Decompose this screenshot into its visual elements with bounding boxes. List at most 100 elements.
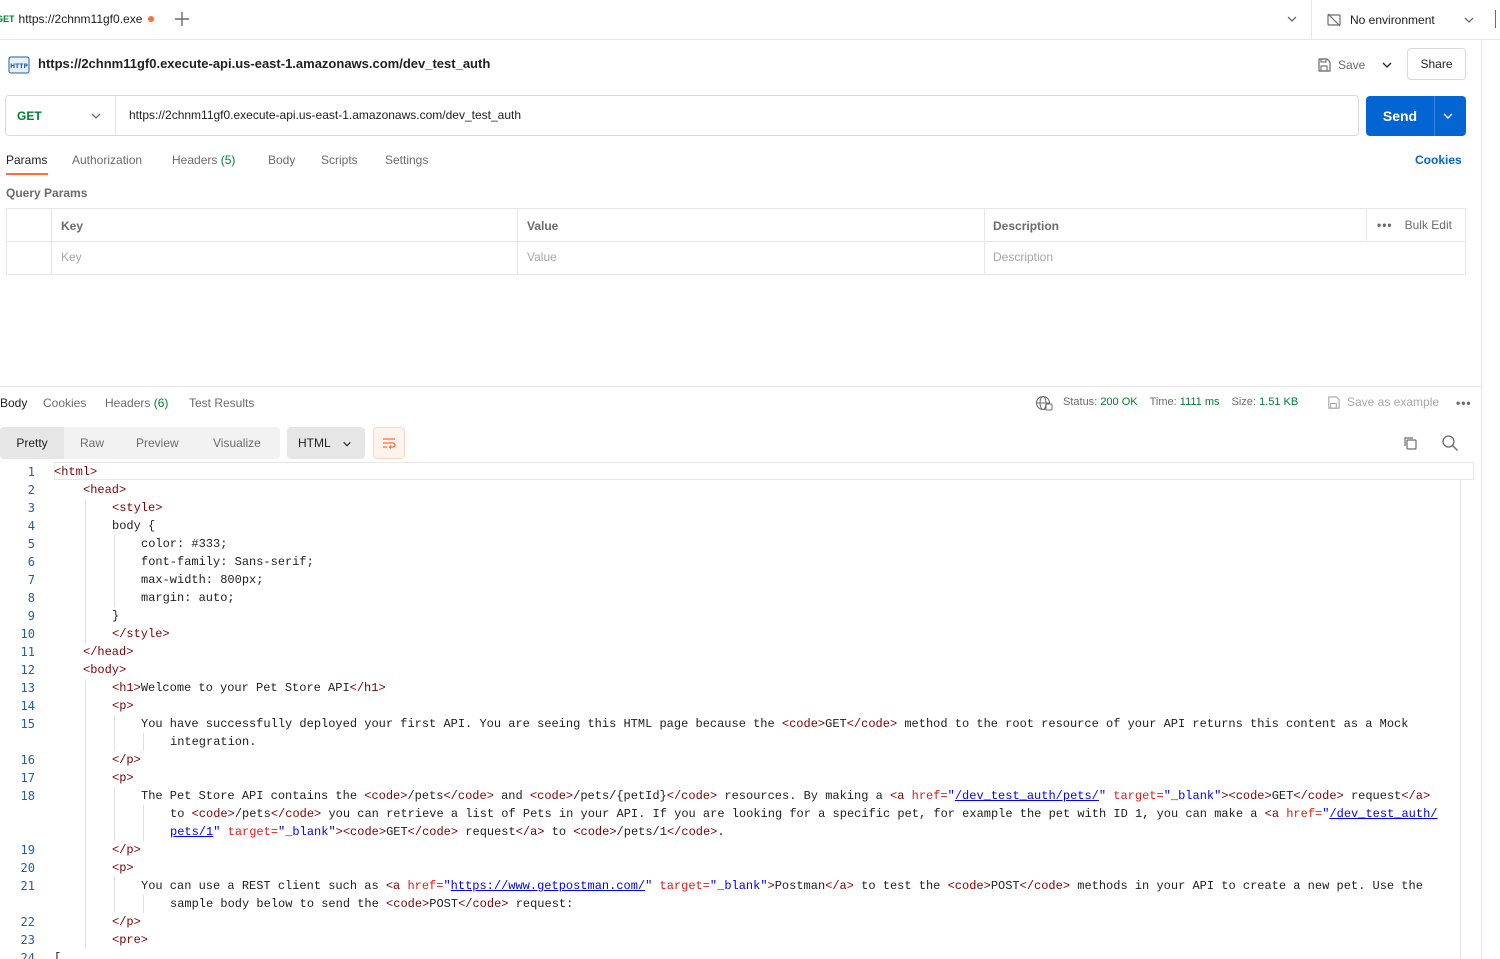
code-text: <h1>Welcome to your Pet Store API</h1> xyxy=(112,681,386,695)
table-column-divider xyxy=(1366,208,1367,241)
code-text: body { xyxy=(112,519,156,533)
share-button[interactable]: Share xyxy=(1407,48,1466,80)
right-panel-border xyxy=(1481,40,1482,959)
size-info[interactable]: Size: 1.51 KB xyxy=(1232,396,1299,408)
bulk-edit-button[interactable]: ••• Bulk Edit xyxy=(1377,217,1452,233)
request-title[interactable]: https://2chnm11gf0.execute-api.us-east-1… xyxy=(38,56,490,71)
code-text: color: #333; xyxy=(141,537,228,551)
line-number: 13 xyxy=(20,681,35,695)
line-number: 21 xyxy=(20,879,35,893)
url-input[interactable]: https://2chnm11gf0.execute-api.us-east-1… xyxy=(129,108,521,122)
save-options-chevron-icon[interactable] xyxy=(1381,59,1393,71)
indent-guide xyxy=(114,877,115,913)
tab-headers[interactable]: Headers (5) xyxy=(172,153,235,167)
table-column-divider xyxy=(51,208,52,275)
indent-guide xyxy=(85,499,86,643)
code-text: margin: auto; xyxy=(141,591,235,605)
tab-body[interactable]: Body xyxy=(268,153,295,167)
response-code-viewer[interactable]: 1 <html> 2 <head> 3 <style> 4 body {5 color: #33… xyxy=(0,462,1460,959)
save-as-example-button[interactable]: Save as example xyxy=(1326,394,1439,410)
format-pretty[interactable]: Pretty xyxy=(0,427,64,459)
more-options-icon[interactable]: ••• xyxy=(1377,218,1393,232)
status-info[interactable]: Status: 200 OK xyxy=(1063,396,1138,408)
description-input[interactable]: Description xyxy=(993,250,1053,264)
response-headers-count: (6) xyxy=(153,396,169,410)
method-label: GET xyxy=(17,108,42,123)
response-tab-body[interactable]: Body xyxy=(0,396,27,410)
line-number: 2 xyxy=(27,483,35,497)
indent-guide xyxy=(114,535,115,607)
tab-params[interactable]: Params xyxy=(6,153,47,167)
send-options-chevron-icon[interactable] xyxy=(1442,110,1454,122)
save-example-label: Save as example xyxy=(1347,395,1440,409)
code-text: pets/1" target="_blank"><code>GET</code>… xyxy=(170,825,725,839)
code-text: </head> xyxy=(83,645,134,659)
line-number: 7 xyxy=(27,573,35,587)
code-text: <p> xyxy=(112,771,134,785)
save-icon xyxy=(1316,57,1332,73)
line-number: 19 xyxy=(20,843,35,857)
indent-guide xyxy=(143,805,144,841)
search-icon[interactable] xyxy=(1441,434,1459,452)
response-tab-headers[interactable]: Headers (6) xyxy=(105,396,168,410)
line-number: 22 xyxy=(20,915,35,929)
column-header-value: Value xyxy=(527,219,559,233)
copy-icon[interactable] xyxy=(1402,435,1418,451)
code-viewer-border xyxy=(1460,480,1461,959)
tab-authorization[interactable]: Authorization xyxy=(72,153,142,167)
code-text: </p> xyxy=(112,915,141,929)
code-text: } xyxy=(112,609,120,623)
code-text: </style> xyxy=(112,627,170,641)
code-text: font-family: Sans-serif; xyxy=(141,555,314,569)
line-number: 18 xyxy=(20,789,35,803)
language-selector[interactable]: HTML xyxy=(287,427,365,459)
line-number: 17 xyxy=(20,771,35,785)
code-text: <style> xyxy=(112,501,163,515)
response-tab-cookies[interactable]: Cookies xyxy=(43,396,86,410)
line-number: 1 xyxy=(27,465,35,479)
table-column-divider xyxy=(984,208,985,275)
active-tab-indicator xyxy=(6,173,48,175)
response-headers-label: Headers xyxy=(105,396,151,410)
send-label: Send xyxy=(1382,108,1418,124)
tab-settings[interactable]: Settings xyxy=(385,153,428,167)
tab-scripts[interactable]: Scripts xyxy=(321,153,358,167)
response-more-icon[interactable]: ••• xyxy=(1456,396,1472,410)
http-icon: HTTP xyxy=(8,54,30,76)
code-text: max-width: 800px; xyxy=(141,573,264,587)
format-visualize[interactable]: Visualize xyxy=(213,427,261,459)
request-tab[interactable]: GET https://2chnm11gf0.exe xyxy=(0,0,160,40)
method-selector[interactable]: GET xyxy=(6,96,116,135)
key-input[interactable]: Key xyxy=(61,250,82,264)
word-wrap-button[interactable] xyxy=(373,427,405,459)
column-header-description: Description xyxy=(993,219,1060,233)
code-text: <body> xyxy=(83,663,127,677)
response-tab-test-results[interactable]: Test Results xyxy=(189,396,254,410)
unsaved-dot-icon xyxy=(148,16,155,22)
format-preview[interactable]: Preview xyxy=(136,427,179,459)
time-info[interactable]: Time: 1111 ms xyxy=(1150,396,1220,408)
indent-guide xyxy=(143,733,144,751)
network-globe-icon[interactable] xyxy=(1035,395,1053,411)
tab-headers-count: (5) xyxy=(220,153,236,167)
environment-selector[interactable]: No environment xyxy=(1326,10,1475,30)
code-text: You have successfully deployed your firs… xyxy=(141,717,1409,731)
environment-label: No environment xyxy=(1350,13,1435,27)
value-input[interactable]: Value xyxy=(527,250,557,264)
save-button[interactable]: Save xyxy=(1316,54,1393,76)
line-number: 15 xyxy=(20,717,35,731)
format-raw[interactable]: Raw xyxy=(80,427,104,459)
send-button[interactable]: Send xyxy=(1366,96,1466,136)
line-number: 11 xyxy=(20,645,35,659)
indent-guide xyxy=(143,895,144,913)
tab-title: https://2chnm11gf0.exe xyxy=(18,12,143,26)
line-number: 4 xyxy=(27,519,35,533)
cookies-link[interactable]: Cookies xyxy=(1415,153,1462,167)
method-chevron-icon xyxy=(90,110,102,122)
table-column-divider xyxy=(517,208,518,275)
code-text: <head> xyxy=(83,483,127,497)
tabs-dropdown-chevron-icon[interactable] xyxy=(1286,13,1298,25)
response-divider[interactable] xyxy=(0,386,1481,387)
new-tab-plus-icon[interactable] xyxy=(172,9,192,29)
environment-chevron-icon xyxy=(1463,14,1475,26)
